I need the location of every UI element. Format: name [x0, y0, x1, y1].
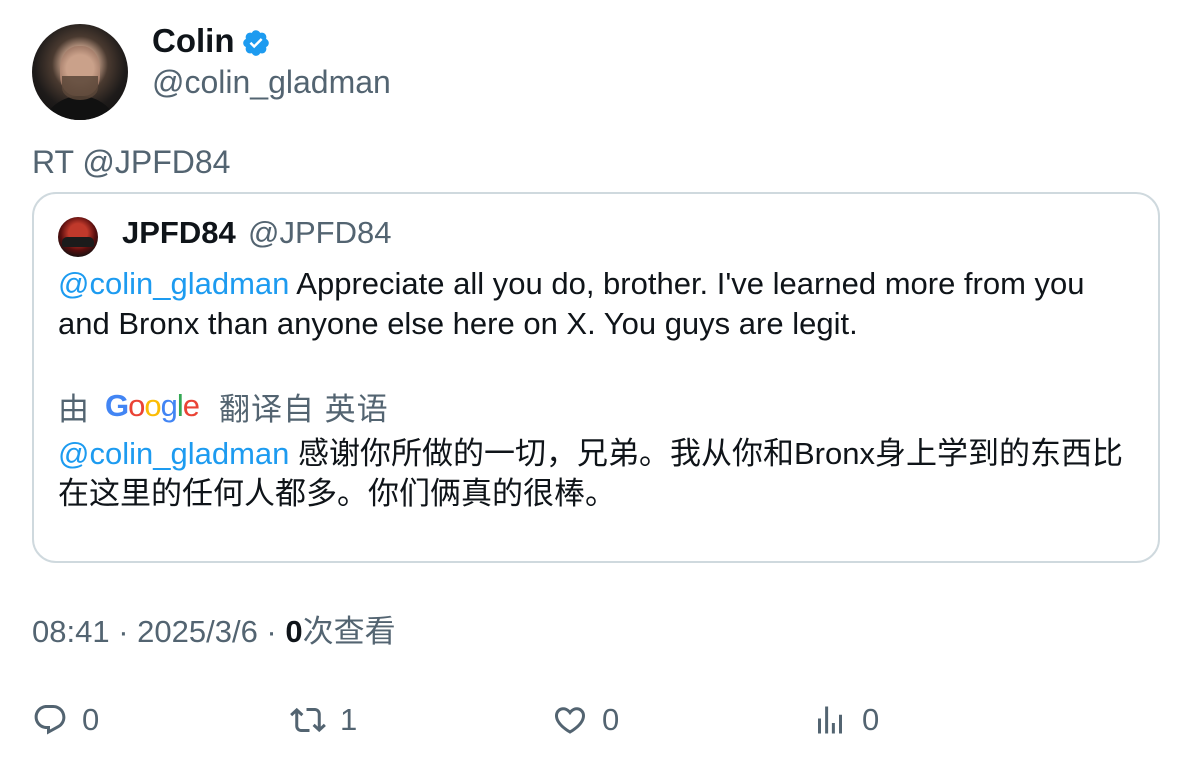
views-button[interactable]: 0 — [812, 700, 879, 740]
quoted-author-avatar[interactable] — [58, 217, 98, 257]
quoted-tweet-text: @colin_gladman Appreciate all you do, br… — [58, 264, 1138, 344]
tweet-date[interactable]: 2025/3/6 — [137, 614, 258, 649]
translated-mention-link[interactable]: @colin_gladman — [58, 436, 289, 471]
tweet-metadata: 08:41 · 2025/3/6 · 0次查看 — [32, 612, 396, 652]
meta-separator: · — [109, 614, 138, 649]
translate-by-label: 由 — [58, 391, 89, 427]
quoted-author-handle[interactable]: @JPFD84 — [248, 214, 391, 252]
translated-tweet-text: @colin_gladman 感谢你所做的一切，兄弟。我从你和Bronx身上学到… — [58, 434, 1138, 514]
meta-separator: · — [257, 614, 286, 649]
quoted-author-name[interactable]: JPFD84 — [122, 214, 236, 252]
heart-icon — [554, 707, 586, 734]
retweet-button[interactable]: 1 — [290, 700, 357, 740]
retweet-icon — [290, 707, 326, 733]
author-handle[interactable]: @colin_gladman — [152, 63, 391, 101]
google-logo: Google — [105, 388, 200, 423]
retweet-label: RT @JPFD84 — [32, 144, 231, 180]
views-count: 0 — [285, 614, 303, 649]
translate-from-label: 翻译自 英语 — [219, 391, 389, 427]
like-button[interactable]: 0 — [552, 700, 619, 740]
mention-link[interactable]: @colin_gladman — [58, 266, 289, 301]
author-name[interactable]: Colin — [152, 22, 234, 60]
views-label: 次查看 — [302, 614, 396, 649]
tweet-time[interactable]: 08:41 — [32, 614, 110, 649]
like-count: 0 — [602, 702, 620, 737]
views-action-count: 0 — [862, 702, 880, 737]
translation-attribution[interactable]: 由 Google 翻译自 英语 — [58, 386, 389, 427]
reply-count: 0 — [82, 702, 100, 737]
reply-icon — [34, 705, 66, 735]
author-avatar[interactable] — [32, 24, 128, 120]
verified-badge-icon — [243, 30, 269, 56]
retweet-count: 1 — [340, 702, 358, 737]
analytics-icon — [818, 706, 842, 734]
reply-button[interactable]: 0 — [32, 700, 99, 740]
